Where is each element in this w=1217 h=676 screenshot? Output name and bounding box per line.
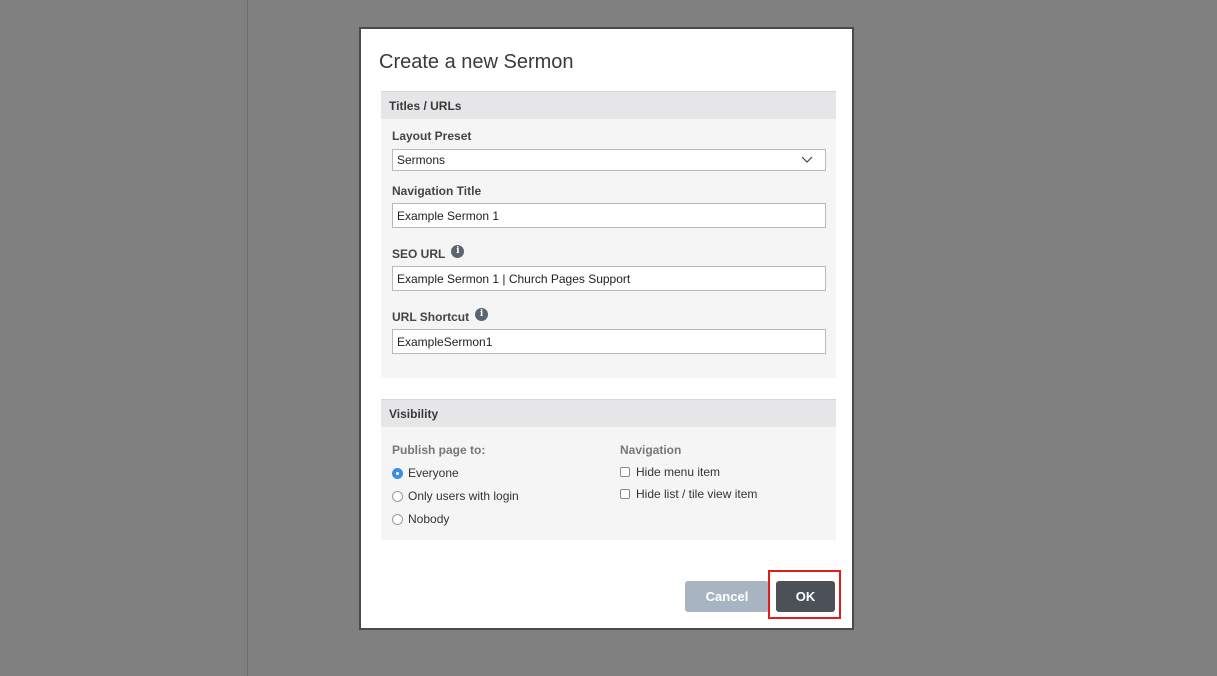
checkbox[interactable] bbox=[620, 489, 630, 499]
publish-option-login[interactable]: Only users with login bbox=[392, 489, 519, 503]
publish-page-label: Publish page to: bbox=[392, 443, 486, 457]
cancel-button[interactable]: Cancel bbox=[685, 581, 769, 612]
seo-url-label: SEO URL bbox=[392, 247, 446, 261]
seo-url-label-row: SEO URL i bbox=[392, 245, 465, 263]
seo-url-input[interactable] bbox=[392, 266, 826, 291]
chevron-down-icon bbox=[801, 156, 813, 163]
checkbox-label: Hide list / tile view item bbox=[636, 487, 758, 501]
navigation-title-input[interactable] bbox=[392, 203, 826, 228]
publish-option-everyone[interactable]: Everyone bbox=[392, 466, 459, 480]
url-shortcut-label-row: URL Shortcut i bbox=[392, 308, 489, 326]
hide-menu-item-option[interactable]: Hide menu item bbox=[620, 465, 720, 479]
visibility-header: Visibility bbox=[381, 399, 836, 427]
url-shortcut-input[interactable] bbox=[392, 329, 826, 354]
publish-option-label: Nobody bbox=[408, 512, 450, 526]
checkbox-label: Hide menu item bbox=[636, 465, 721, 479]
ok-button[interactable]: OK bbox=[776, 581, 835, 612]
create-sermon-dialog: Create a new Sermon Titles / URLs Layout… bbox=[359, 27, 854, 630]
titles-urls-header: Titles / URLs bbox=[381, 91, 836, 119]
navigation-label: Navigation bbox=[620, 443, 682, 457]
layout-preset-select[interactable]: Sermons bbox=[392, 149, 826, 171]
navigation-title-label: Navigation Title bbox=[392, 184, 482, 198]
publish-option-nobody[interactable]: Nobody bbox=[392, 512, 449, 526]
layout-preset-label: Layout Preset bbox=[392, 129, 472, 143]
publish-option-label: Everyone bbox=[408, 466, 459, 480]
dialog-title: Create a new Sermon bbox=[379, 51, 574, 73]
url-shortcut-label: URL Shortcut bbox=[392, 310, 470, 324]
layout-preset-value: Sermons bbox=[397, 153, 446, 167]
checkbox[interactable] bbox=[620, 467, 630, 477]
info-icon[interactable]: i bbox=[451, 245, 465, 258]
info-icon[interactable]: i bbox=[475, 308, 489, 321]
visibility-section: Visibility Publish page to: Everyone Onl… bbox=[381, 399, 836, 540]
background-divider bbox=[247, 0, 248, 676]
hide-list-tile-option[interactable]: Hide list / tile view item bbox=[620, 487, 757, 501]
publish-option-label: Only users with login bbox=[408, 489, 519, 503]
radio-button[interactable] bbox=[392, 490, 403, 502]
radio-button[interactable] bbox=[392, 513, 403, 525]
radio-button-selected[interactable] bbox=[392, 467, 403, 479]
titles-urls-section: Titles / URLs Layout Preset Sermons Navi… bbox=[381, 91, 836, 378]
